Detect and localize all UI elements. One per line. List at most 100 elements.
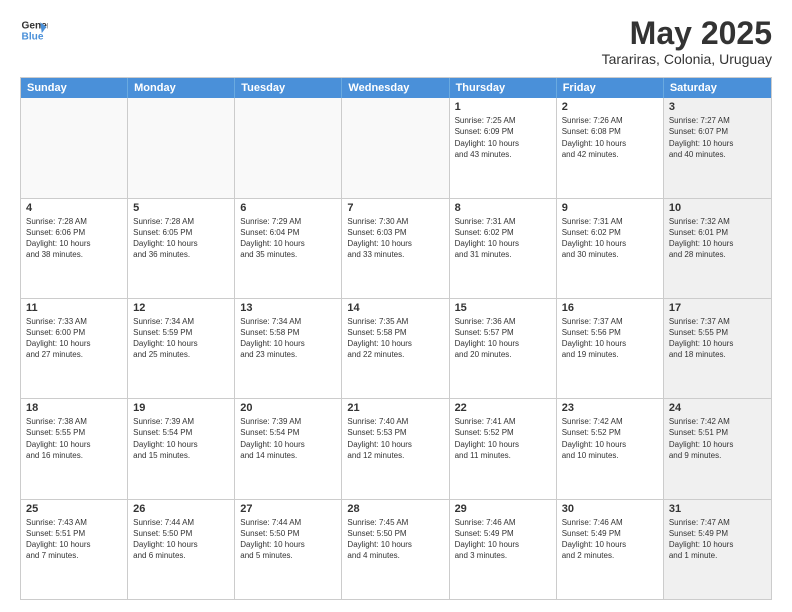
cal-header-friday: Friday [557, 78, 664, 98]
subtitle: Tarariras, Colonia, Uruguay [602, 51, 772, 67]
day-number: 29 [455, 503, 551, 515]
day-number: 9 [562, 202, 658, 214]
cal-cell-3: 3 Sunrise: 7:27 AM Sunset: 6:07 PM Daylig… [664, 98, 771, 197]
cell-info: Sunrise: 7:40 AM Sunset: 5:53 PM Dayligh… [347, 416, 443, 461]
cal-cell-4: 4 Sunrise: 7:28 AM Sunset: 6:06 PM Daylig… [21, 199, 128, 298]
cal-week-3: 11 Sunrise: 7:33 AM Sunset: 6:00 PM Dayli… [21, 299, 771, 399]
day-number: 17 [669, 302, 766, 314]
day-number: 2 [562, 101, 658, 113]
day-number: 12 [133, 302, 229, 314]
cal-cell-15: 15Sunrise: 7:36 AM Sunset: 5:57 PM Dayli… [450, 299, 557, 398]
cal-cell-empty-3 [342, 98, 449, 197]
day-number: 13 [240, 302, 336, 314]
cell-info: Sunrise: 7:39 AM Sunset: 5:54 PM Dayligh… [240, 416, 336, 461]
cal-week-5: 25Sunrise: 7:43 AM Sunset: 5:51 PM Dayli… [21, 500, 771, 599]
cell-info: Sunrise: 7:33 AM Sunset: 6:00 PM Dayligh… [26, 316, 122, 361]
day-number: 11 [26, 302, 122, 314]
day-number: 3 [669, 101, 766, 113]
cal-cell-16: 16Sunrise: 7:37 AM Sunset: 5:56 PM Dayli… [557, 299, 664, 398]
cell-info: Sunrise: 7:46 AM Sunset: 5:49 PM Dayligh… [455, 517, 551, 562]
cell-info: Sunrise: 7:42 AM Sunset: 5:51 PM Dayligh… [669, 416, 766, 461]
day-number: 15 [455, 302, 551, 314]
day-number: 5 [133, 202, 229, 214]
cell-info: Sunrise: 7:25 AM Sunset: 6:09 PM Dayligh… [455, 115, 551, 160]
cell-info: Sunrise: 7:26 AM Sunset: 6:08 PM Dayligh… [562, 115, 658, 160]
day-number: 21 [347, 402, 443, 414]
cell-info: Sunrise: 7:41 AM Sunset: 5:52 PM Dayligh… [455, 416, 551, 461]
cal-header-thursday: Thursday [450, 78, 557, 98]
cal-cell-31: 31 Sunrise: 7:47 AM Sunset: 5:49 PM Dayli… [664, 500, 771, 599]
day-number: 22 [455, 402, 551, 414]
cell-info: Sunrise: 7:32 AM Sunset: 6:01 PM Dayligh… [669, 216, 766, 261]
cal-cell-18: 18 Sunrise: 7:38 AM Sunset: 5:55 PM Dayli… [21, 399, 128, 498]
cal-cell-7: 7 Sunrise: 7:30 AM Sunset: 6:03 PM Daylig… [342, 199, 449, 298]
cell-info: Sunrise: 7:44 AM Sunset: 5:50 PM Dayligh… [240, 517, 336, 562]
cal-cell-17: 17Sunrise: 7:37 AM Sunset: 5:55 PM Dayli… [664, 299, 771, 398]
calendar-body: 1 Sunrise: 7:25 AM Sunset: 6:09 PM Daylig… [21, 98, 771, 599]
day-number: 28 [347, 503, 443, 515]
cal-cell-8: 8 Sunrise: 7:31 AM Sunset: 6:02 PM Daylig… [450, 199, 557, 298]
cal-cell-2: 2 Sunrise: 7:26 AM Sunset: 6:08 PM Daylig… [557, 98, 664, 197]
cell-info: Sunrise: 7:29 AM Sunset: 6:04 PM Dayligh… [240, 216, 336, 261]
cell-info: Sunrise: 7:42 AM Sunset: 5:52 PM Dayligh… [562, 416, 658, 461]
cell-info: Sunrise: 7:28 AM Sunset: 6:05 PM Dayligh… [133, 216, 229, 261]
cell-info: Sunrise: 7:31 AM Sunset: 6:02 PM Dayligh… [455, 216, 551, 261]
cell-info: Sunrise: 7:27 AM Sunset: 6:07 PM Dayligh… [669, 115, 766, 160]
cell-info: Sunrise: 7:30 AM Sunset: 6:03 PM Dayligh… [347, 216, 443, 261]
day-number: 31 [669, 503, 766, 515]
cal-cell-11: 11 Sunrise: 7:33 AM Sunset: 6:00 PM Dayli… [21, 299, 128, 398]
cal-cell-19: 19 Sunrise: 7:39 AM Sunset: 5:54 PM Dayli… [128, 399, 235, 498]
cell-info: Sunrise: 7:35 AM Sunset: 5:58 PM Dayligh… [347, 316, 443, 361]
cell-info: Sunrise: 7:34 AM Sunset: 5:59 PM Dayligh… [133, 316, 229, 361]
cal-cell-25: 25Sunrise: 7:43 AM Sunset: 5:51 PM Dayli… [21, 500, 128, 599]
cell-info: Sunrise: 7:45 AM Sunset: 5:50 PM Dayligh… [347, 517, 443, 562]
cal-cell-28: 28 Sunrise: 7:45 AM Sunset: 5:50 PM Dayli… [342, 500, 449, 599]
cell-info: Sunrise: 7:34 AM Sunset: 5:58 PM Dayligh… [240, 316, 336, 361]
day-number: 8 [455, 202, 551, 214]
day-number: 10 [669, 202, 766, 214]
day-number: 18 [26, 402, 122, 414]
day-number: 19 [133, 402, 229, 414]
calendar: SundayMondayTuesdayWednesdayThursdayFrid… [20, 77, 772, 600]
header: General Blue May 2025 Tarariras, Colonia… [20, 16, 772, 67]
day-number: 4 [26, 202, 122, 214]
day-number: 1 [455, 101, 551, 113]
cell-info: Sunrise: 7:46 AM Sunset: 5:49 PM Dayligh… [562, 517, 658, 562]
cal-cell-22: 22 Sunrise: 7:41 AM Sunset: 5:52 PM Dayli… [450, 399, 557, 498]
day-number: 16 [562, 302, 658, 314]
cal-cell-5: 5 Sunrise: 7:28 AM Sunset: 6:05 PM Daylig… [128, 199, 235, 298]
logo-icon: General Blue [20, 16, 48, 44]
day-number: 23 [562, 402, 658, 414]
cal-week-4: 18 Sunrise: 7:38 AM Sunset: 5:55 PM Dayli… [21, 399, 771, 499]
day-number: 20 [240, 402, 336, 414]
day-number: 27 [240, 503, 336, 515]
cell-info: Sunrise: 7:38 AM Sunset: 5:55 PM Dayligh… [26, 416, 122, 461]
cal-cell-24: 24 Sunrise: 7:42 AM Sunset: 5:51 PM Dayli… [664, 399, 771, 498]
cal-cell-13: 13 Sunrise: 7:34 AM Sunset: 5:58 PM Dayli… [235, 299, 342, 398]
cal-cell-26: 26Sunrise: 7:44 AM Sunset: 5:50 PM Dayli… [128, 500, 235, 599]
day-number: 6 [240, 202, 336, 214]
cell-info: Sunrise: 7:28 AM Sunset: 6:06 PM Dayligh… [26, 216, 122, 261]
cal-cell-21: 21 Sunrise: 7:40 AM Sunset: 5:53 PM Dayli… [342, 399, 449, 498]
calendar-header: SundayMondayTuesdayWednesdayThursdayFrid… [21, 78, 771, 98]
cal-cell-empty-1 [128, 98, 235, 197]
cal-cell-14: 14Sunrise: 7:35 AM Sunset: 5:58 PM Dayli… [342, 299, 449, 398]
cell-info: Sunrise: 7:39 AM Sunset: 5:54 PM Dayligh… [133, 416, 229, 461]
cal-header-saturday: Saturday [664, 78, 771, 98]
cell-info: Sunrise: 7:44 AM Sunset: 5:50 PM Dayligh… [133, 517, 229, 562]
cal-cell-10: 10 Sunrise: 7:32 AM Sunset: 6:01 PM Dayli… [664, 199, 771, 298]
cell-info: Sunrise: 7:47 AM Sunset: 5:49 PM Dayligh… [669, 517, 766, 562]
cal-cell-12: 12 Sunrise: 7:34 AM Sunset: 5:59 PM Dayli… [128, 299, 235, 398]
title-block: May 2025 Tarariras, Colonia, Uruguay [602, 16, 772, 67]
cal-header-wednesday: Wednesday [342, 78, 449, 98]
day-number: 7 [347, 202, 443, 214]
cal-header-tuesday: Tuesday [235, 78, 342, 98]
cell-info: Sunrise: 7:31 AM Sunset: 6:02 PM Dayligh… [562, 216, 658, 261]
cal-cell-29: 29 Sunrise: 7:46 AM Sunset: 5:49 PM Dayli… [450, 500, 557, 599]
cal-header-monday: Monday [128, 78, 235, 98]
day-number: 25 [26, 503, 122, 515]
main-title: May 2025 [602, 16, 772, 51]
cal-cell-empty-0 [21, 98, 128, 197]
day-number: 24 [669, 402, 766, 414]
cal-week-2: 4 Sunrise: 7:28 AM Sunset: 6:06 PM Daylig… [21, 199, 771, 299]
